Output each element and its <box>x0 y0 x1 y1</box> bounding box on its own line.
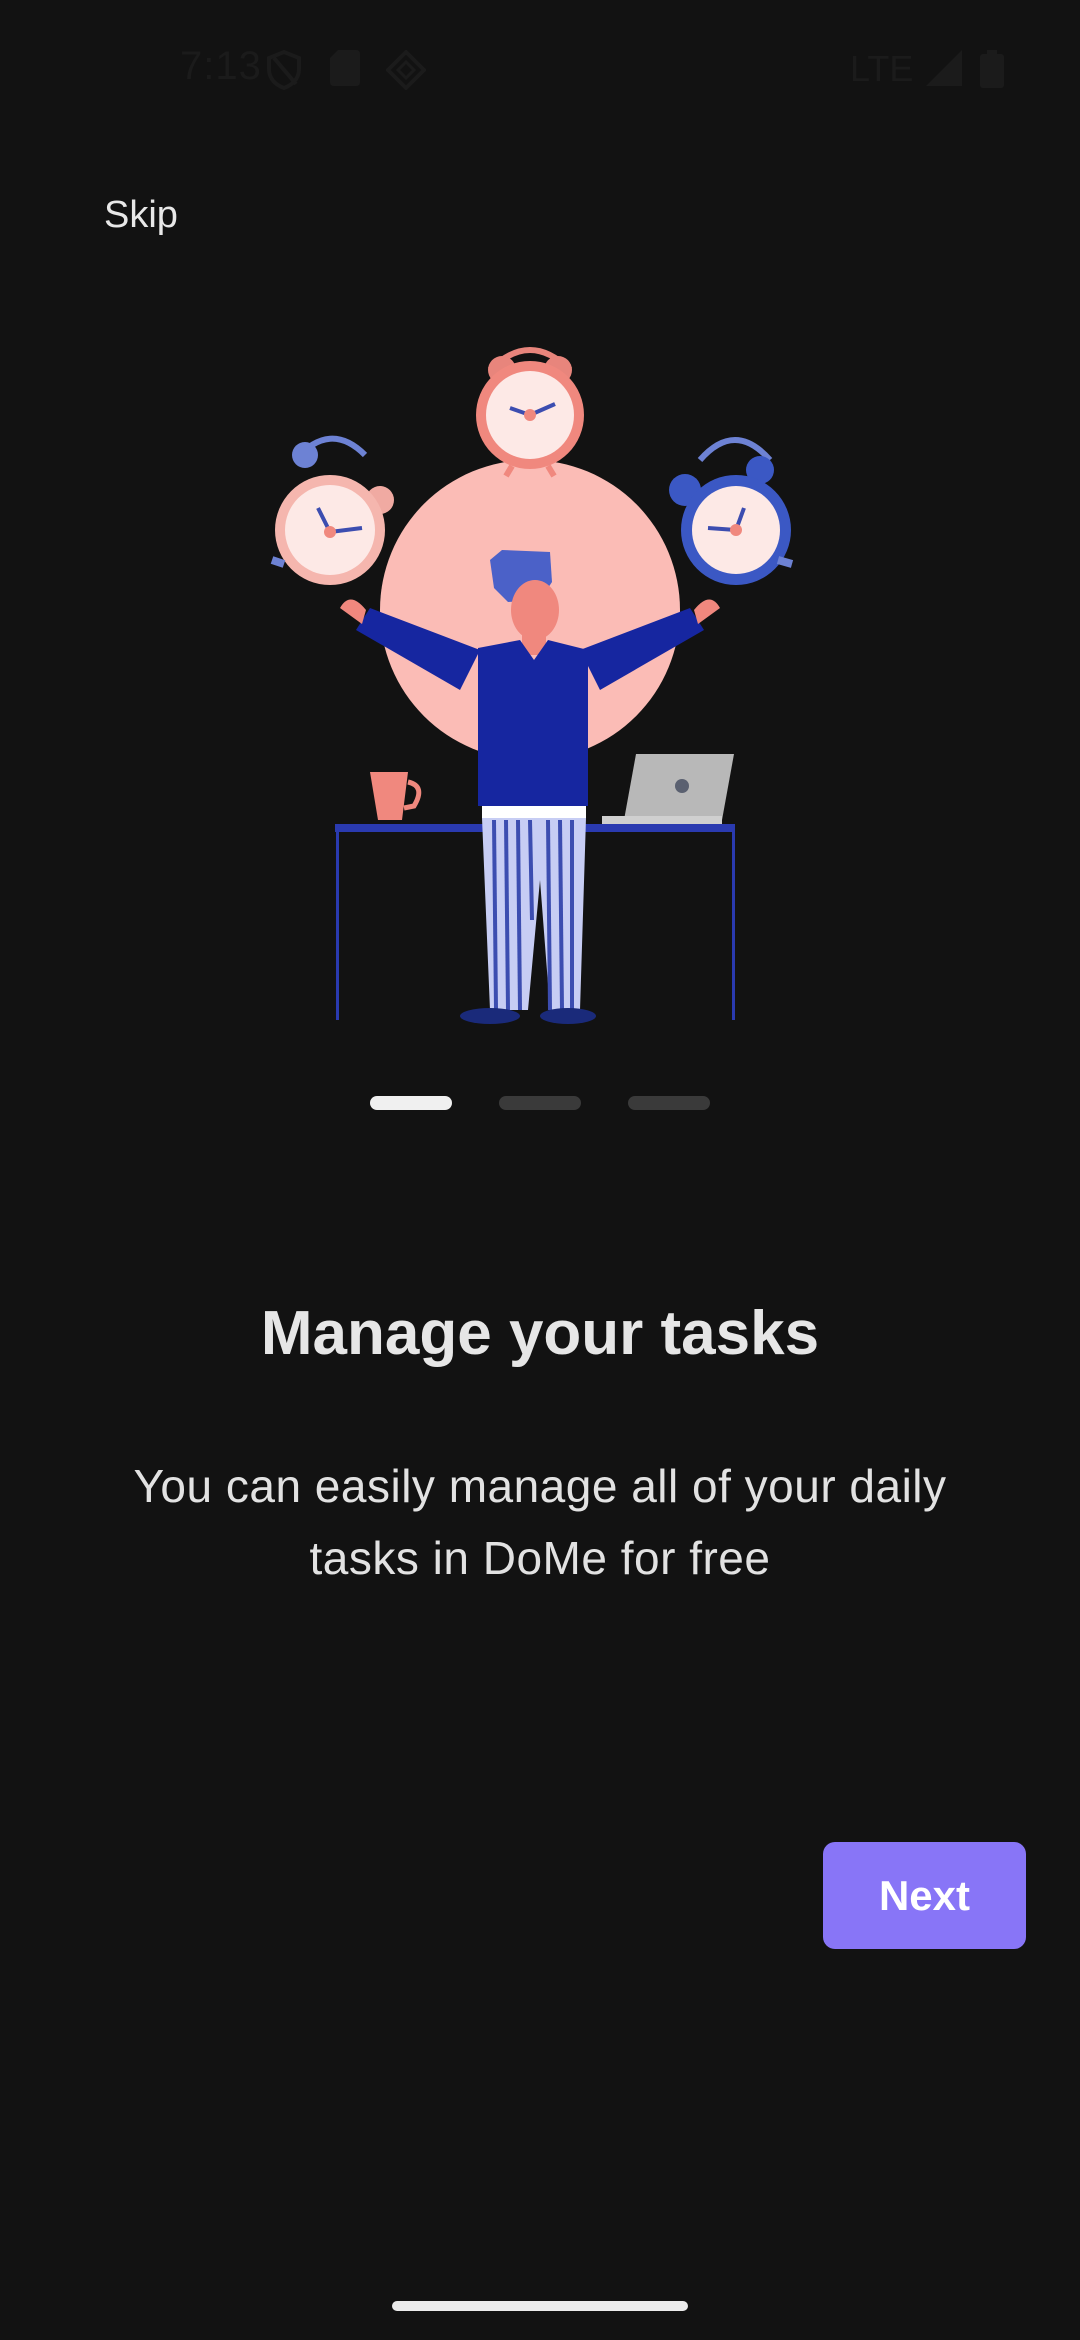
page-indicator-dot-active <box>370 1096 452 1110</box>
onboarding-title: Manage your tasks <box>260 1299 820 1368</box>
status-bar: 7:13 LTE <box>0 0 1080 140</box>
home-indicator-bar[interactable] <box>392 2301 688 2311</box>
alarm-clock-left-icon <box>270 435 394 585</box>
network-type-label: LTE <box>850 48 914 89</box>
alarm-clock-top-icon <box>476 347 584 478</box>
skip-button[interactable]: Skip <box>104 194 178 237</box>
onboarding-illustration <box>250 320 830 1060</box>
onboarding-description: You can easily manage all of your daily … <box>133 1460 947 1584</box>
signal-icon <box>926 50 962 91</box>
shield-icon <box>266 49 302 95</box>
page-indicator-dot <box>628 1096 710 1110</box>
status-time: 7:13 <box>180 44 262 88</box>
nfc-icon <box>385 49 427 95</box>
battery-icon <box>980 50 1004 93</box>
page-indicator <box>0 1096 1080 1110</box>
page-indicator-dot <box>499 1096 581 1110</box>
next-button[interactable]: Next <box>823 1842 1026 1949</box>
sim-card-icon <box>330 50 360 91</box>
alarm-clock-right-icon <box>669 437 794 585</box>
